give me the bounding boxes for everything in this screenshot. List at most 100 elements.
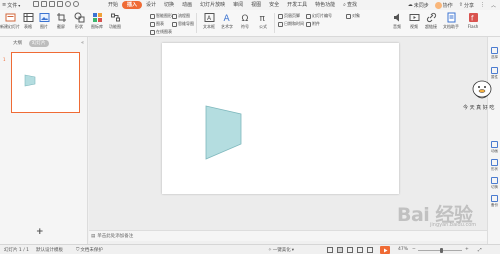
icon-library-button[interactable]: 图标库 (88, 12, 106, 30)
tab-slideshow[interactable]: 幻灯片放映 (196, 1, 229, 9)
header-footer-label: 页眉页脚 (284, 13, 300, 18)
play-slideshow-button[interactable] (380, 246, 390, 254)
textbox-icon: A (204, 13, 214, 22)
notes-view-icon[interactable] (357, 247, 363, 253)
hyperlink-button[interactable]: 超链接 (422, 12, 440, 30)
symbol-label: 符号 (241, 24, 249, 29)
zoom-out-icon[interactable]: − (412, 247, 416, 252)
wordart-button[interactable]: A 艺术字 (218, 12, 236, 30)
online-chart-button[interactable]: 在线图表 (150, 29, 172, 35)
share-button[interactable]: ⇪ 分享 (459, 2, 474, 9)
svg-text:A: A (207, 15, 212, 22)
new-slide-button[interactable]: 新建幻灯片 (0, 12, 20, 30)
slide-canvas[interactable] (162, 43, 399, 194)
mindmap-label: 思维导图 (178, 21, 194, 26)
beautify-button[interactable]: ✧ 一键美化 ▾ (268, 247, 294, 254)
chart-button[interactable]: 图表 (150, 21, 164, 27)
flash-button[interactable]: f Flash (464, 12, 482, 29)
thumbnail-trapezoid-shape (24, 74, 36, 87)
reading-view-icon[interactable] (347, 247, 353, 253)
mindmap-button[interactable]: 思维导图 (172, 21, 194, 27)
object-button[interactable]: 对象 (346, 13, 360, 19)
tab-review[interactable]: 审阅 (229, 1, 247, 9)
function-chart-button[interactable]: 功能图 (106, 12, 124, 30)
add-slide-button[interactable]: + (36, 227, 44, 237)
print-icon[interactable] (49, 1, 55, 7)
export-icon[interactable] (41, 1, 47, 7)
quick-access-toolbar (33, 1, 79, 7)
header-footer-button[interactable]: 页眉页脚 (278, 13, 300, 19)
ribbon-separator (196, 13, 197, 33)
trapezoid-shape[interactable] (205, 105, 242, 160)
tab-developer[interactable]: 开发工具 (283, 1, 311, 9)
sidebar-item-label: 形状 (491, 167, 498, 171)
tab-transition[interactable]: 切换 (160, 1, 178, 9)
video-button[interactable]: 视频 (405, 12, 423, 30)
more-icon[interactable]: ⋮ (480, 2, 485, 8)
sidebar-item-select[interactable]: 选择 (488, 47, 500, 60)
property-icon (491, 67, 498, 74)
notes-icon: ▤ (91, 233, 96, 239)
zoom-level[interactable]: 47% (398, 247, 408, 252)
cooperate-button[interactable]: 协作 (434, 1, 453, 9)
undo-icon[interactable] (65, 1, 71, 7)
doc-assistant-label: 文档助手 (443, 24, 459, 29)
sidebar-item-backup[interactable]: 备份 (488, 195, 500, 208)
screenshot-button[interactable]: 截屏 (52, 12, 70, 30)
sidebar-item-label: 动画 (491, 149, 498, 153)
doc-protection[interactable]: ⛉ 文档未保护 (76, 247, 103, 253)
tab-outline[interactable]: 大纲 (10, 40, 25, 47)
smart-art-button[interactable]: 智能图形 (150, 13, 172, 19)
collapse-ribbon-icon[interactable]: ︿ (491, 2, 496, 9)
sorter-view-icon[interactable] (337, 247, 343, 253)
tab-view[interactable]: 视图 (247, 1, 265, 9)
notes-pane[interactable]: ▤ 单击此处添加备注 (89, 230, 487, 241)
sidebar-item-transition[interactable]: 切换 (488, 177, 500, 190)
ribbon-separator (274, 13, 275, 33)
collapse-panel-icon[interactable]: « (81, 40, 84, 46)
zoom-slider-handle[interactable] (440, 248, 443, 253)
sync-status-label: 未同步 (413, 2, 429, 9)
tab-features[interactable]: 特色功能 (311, 1, 339, 9)
picture-button[interactable]: 图片 (35, 12, 53, 30)
textbox-label: 文本框 (203, 24, 215, 29)
save-icon[interactable] (33, 1, 39, 7)
shape-button[interactable]: 形状 (70, 12, 88, 30)
sidebar-item-animation[interactable]: 动画 (488, 141, 500, 154)
tab-insert[interactable]: 插入 (122, 1, 143, 9)
tab-animation[interactable]: 动画 (178, 1, 196, 9)
zoom-in-icon[interactable]: + (465, 247, 469, 252)
sync-status[interactable]: ☁ 未同步 (408, 2, 429, 9)
date-time-button[interactable]: 日期和时间 (278, 21, 304, 27)
normal-view-icon[interactable] (327, 247, 333, 253)
fit-window-icon[interactable]: ⤢ (478, 247, 482, 253)
redo-icon[interactable] (73, 1, 79, 7)
panel-tabs: 大纲 幻灯片 (10, 40, 49, 47)
file-menu[interactable]: ≡ 文件 ▾ (2, 1, 20, 9)
attachment-button[interactable]: 附件 (306, 21, 320, 27)
tab-home[interactable]: 开始 (104, 1, 122, 9)
tab-search[interactable]: ⌕ 查找 (339, 1, 361, 9)
outline-view-icon[interactable] (367, 247, 373, 253)
preview-icon[interactable] (57, 1, 63, 7)
theme-name[interactable]: 默认设计模板 (36, 247, 63, 253)
online-chart-icon (150, 29, 155, 35)
tab-security[interactable]: 安全 (265, 1, 283, 9)
textbox-button[interactable]: A 文本框 (200, 12, 218, 30)
new-slide-label: 新建幻灯片 (0, 24, 20, 29)
svg-text:A: A (223, 14, 230, 23)
formula-button[interactable]: π 公式 (254, 12, 272, 30)
sidebar-item-shape[interactable]: 形状 (488, 159, 500, 172)
audio-button[interactable]: 音频 (388, 12, 406, 30)
slide-number-button[interactable]: 幻灯片编号 (306, 13, 332, 19)
symbol-button[interactable]: Ω 符号 (236, 12, 254, 30)
tab-design[interactable]: 设计 (142, 1, 160, 9)
title-right-actions: ☁ 未同步 协作 ⇪ 分享 ⋮ ︿ (408, 1, 496, 9)
slide-thumbnail[interactable] (11, 52, 80, 113)
doc-assistant-button[interactable]: 文档助手 (441, 12, 461, 30)
screenshot-icon (56, 13, 66, 22)
tab-slides[interactable]: 幻灯片 (29, 40, 49, 47)
flowchart-button[interactable]: 流程图 (172, 13, 190, 19)
title-bar: ≡ 文件 ▾ 开始 插入 设计 切换 动画 幻灯片放映 审阅 视图 安全 开发工… (0, 0, 500, 10)
slide-content (205, 105, 242, 160)
